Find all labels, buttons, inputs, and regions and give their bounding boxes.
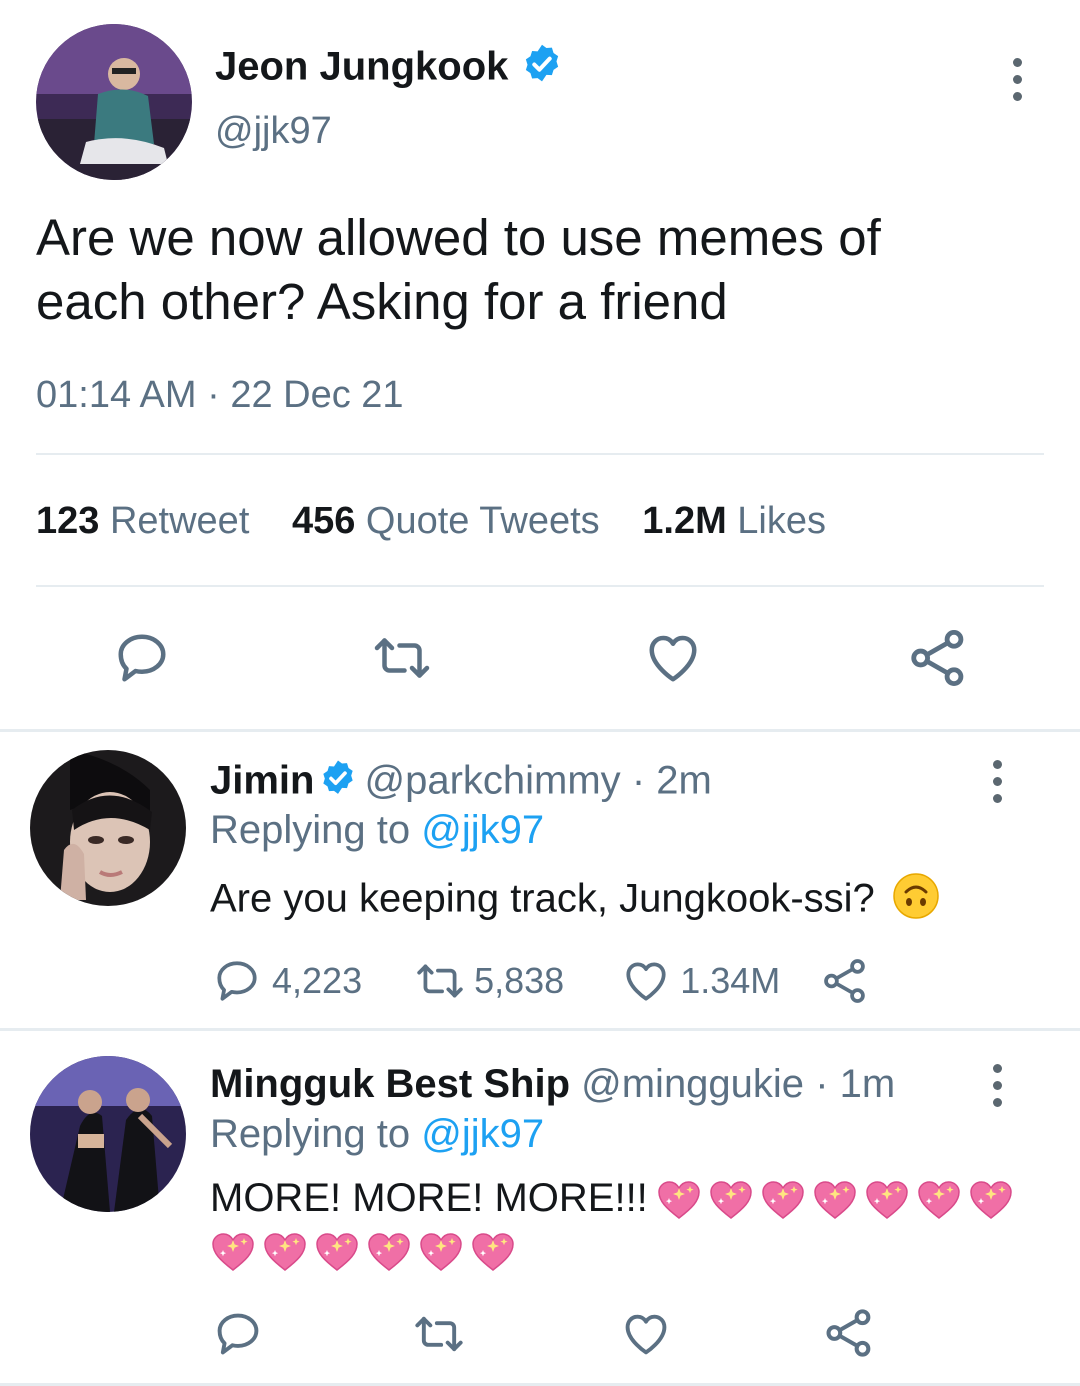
reply-author-name[interactable]: Jimin bbox=[210, 759, 314, 803]
tweet-text-line-1: Are we now allowed to use memes of bbox=[36, 209, 881, 266]
share-icon[interactable] bbox=[820, 956, 870, 1006]
sparkling-heart-emoji-icon bbox=[656, 1180, 702, 1220]
retweet-count: 5,838 bbox=[474, 960, 565, 1001]
share-icon[interactable] bbox=[822, 1306, 876, 1360]
retweet-icon[interactable] bbox=[368, 628, 436, 688]
author-handle[interactable]: @jjk97 bbox=[215, 110, 332, 153]
reply-icon[interactable] bbox=[212, 1308, 264, 1360]
retweet-icon[interactable] bbox=[412, 956, 468, 1006]
like-icon[interactable] bbox=[642, 628, 704, 688]
reply-text: Are you keeping track, Jungkook-ssi? bbox=[210, 876, 875, 921]
sparkling-heart-emoji-icon bbox=[760, 1180, 806, 1220]
reply-count: 4,223 bbox=[272, 960, 363, 1001]
reply-author-handle[interactable]: @minggukie bbox=[581, 1062, 804, 1106]
replying-to-label: Replying to bbox=[210, 1112, 411, 1156]
reply-avatar[interactable] bbox=[30, 1056, 186, 1212]
sparkling-heart-emoji-icon bbox=[864, 1180, 910, 1220]
reply-icon[interactable] bbox=[212, 956, 262, 1006]
author-avatar[interactable] bbox=[36, 24, 192, 180]
retweets-stat[interactable]: 123 Retweet bbox=[36, 500, 260, 542]
reply-avatar[interactable] bbox=[30, 750, 186, 906]
retweet-icon[interactable] bbox=[410, 1308, 468, 1360]
sparkling-heart-emoji-icon bbox=[968, 1180, 1014, 1220]
tweet-timestamp: 01:14 AM · 22 Dec 21 bbox=[36, 374, 404, 416]
more-options-icon[interactable] bbox=[1010, 58, 1024, 101]
upside-down-face-emoji-icon bbox=[892, 872, 940, 930]
replying-to-handle[interactable]: @jjk97 bbox=[421, 1112, 544, 1156]
replying-to-label: Replying to bbox=[210, 808, 411, 852]
like-count: 1.34M bbox=[680, 960, 781, 1001]
reply-author-name[interactable]: Mingguk Best Ship bbox=[210, 1062, 570, 1106]
reply-time: · 1m bbox=[815, 1062, 896, 1106]
author-name[interactable]: Jeon Jungkook bbox=[215, 45, 508, 89]
reply-author-handle[interactable]: @parkchimmy bbox=[364, 759, 620, 803]
sparkling-heart-emoji-icon bbox=[916, 1180, 962, 1220]
replying-to-handle[interactable]: @jjk97 bbox=[421, 808, 544, 852]
more-options-icon[interactable] bbox=[990, 760, 1004, 803]
sparkling-heart-emoji-icon bbox=[314, 1232, 360, 1272]
share-icon[interactable] bbox=[906, 626, 970, 690]
reply-icon[interactable] bbox=[112, 628, 172, 688]
reply-time: · 2m bbox=[631, 758, 712, 803]
sparkling-heart-emoji-icon bbox=[708, 1180, 754, 1220]
quotes-stat[interactable]: 456 Quote Tweets bbox=[292, 500, 610, 542]
tweet-text-line-2: each other? Asking for a friend bbox=[36, 273, 728, 330]
reply-text: MORE! MORE! MORE!!! bbox=[210, 1176, 648, 1220]
like-icon[interactable] bbox=[620, 1308, 672, 1360]
sparkling-heart-emoji-icon bbox=[812, 1180, 858, 1220]
sparkling-heart-emoji-icon bbox=[366, 1232, 412, 1272]
divider bbox=[0, 1028, 1080, 1031]
sparkling-heart-emoji-icon bbox=[470, 1232, 516, 1272]
like-icon[interactable] bbox=[620, 956, 672, 1006]
verified-badge-icon bbox=[318, 758, 358, 808]
divider bbox=[36, 453, 1044, 455]
sparkling-heart-emoji-icon bbox=[418, 1232, 464, 1272]
sparkling-heart-emoji-icon bbox=[210, 1232, 256, 1272]
divider bbox=[0, 729, 1080, 732]
verified-badge-icon bbox=[520, 42, 564, 96]
sparkling-heart-emoji-icon bbox=[262, 1232, 308, 1272]
divider bbox=[36, 585, 1044, 587]
more-options-icon[interactable] bbox=[990, 1064, 1004, 1107]
likes-stat[interactable]: 1.2M Likes bbox=[642, 500, 826, 542]
